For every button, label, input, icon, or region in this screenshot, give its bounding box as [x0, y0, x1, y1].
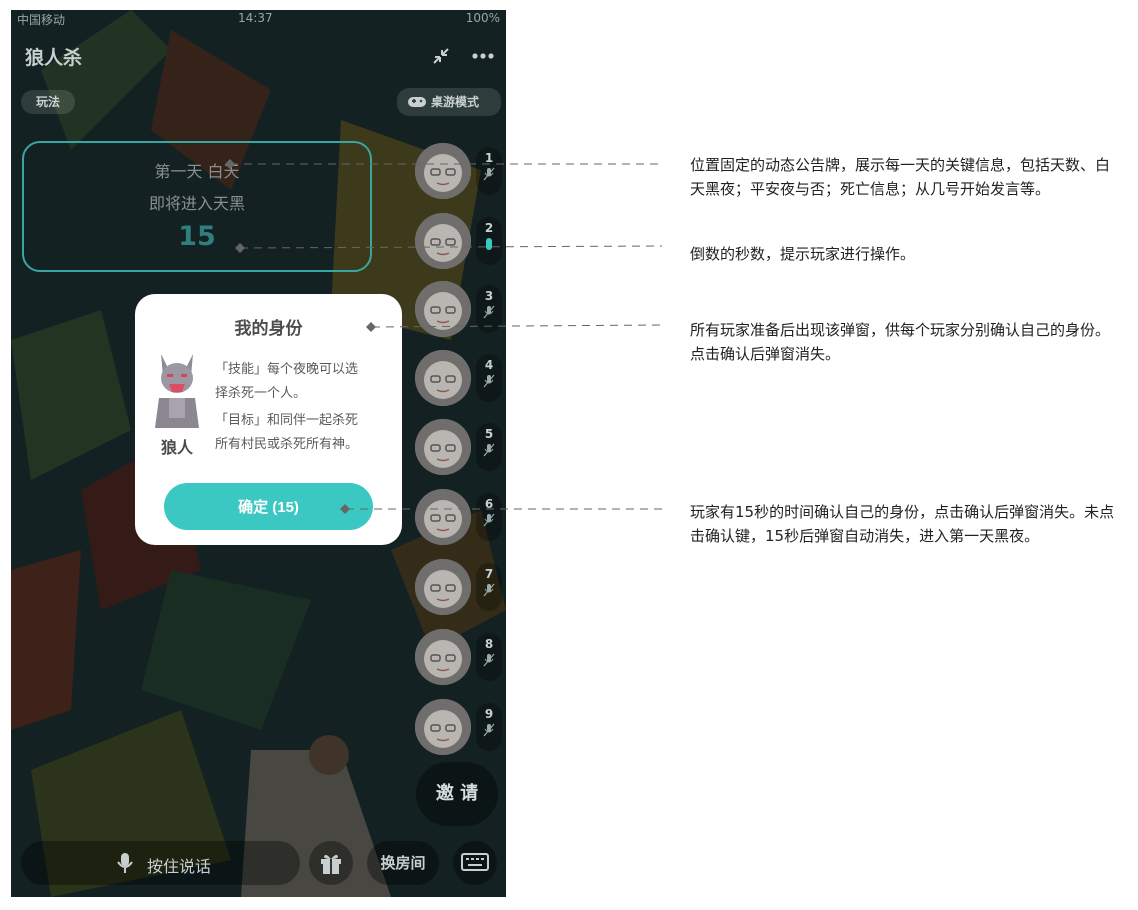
annotation-confirm: 玩家有15秒的时间确认自己的身份，点击确认后弹窗消失。未点击确认键，15秒后弹窗…: [690, 503, 1115, 545]
annotation-board: 位置固定的动态公告牌，展示每一天的关键信息，包括天数、白天黑夜；平安夜与否；死亡…: [690, 156, 1111, 198]
annotation-countdown: 倒数的秒数，提示玩家进行操作。: [690, 245, 916, 263]
annotation-modal: 所有玩家准备后出现该弹窗，供每个玩家分别确认自己的身份。点击确认后弹窗消失。: [690, 321, 1111, 363]
annotation-connectors: [225, 159, 663, 514]
